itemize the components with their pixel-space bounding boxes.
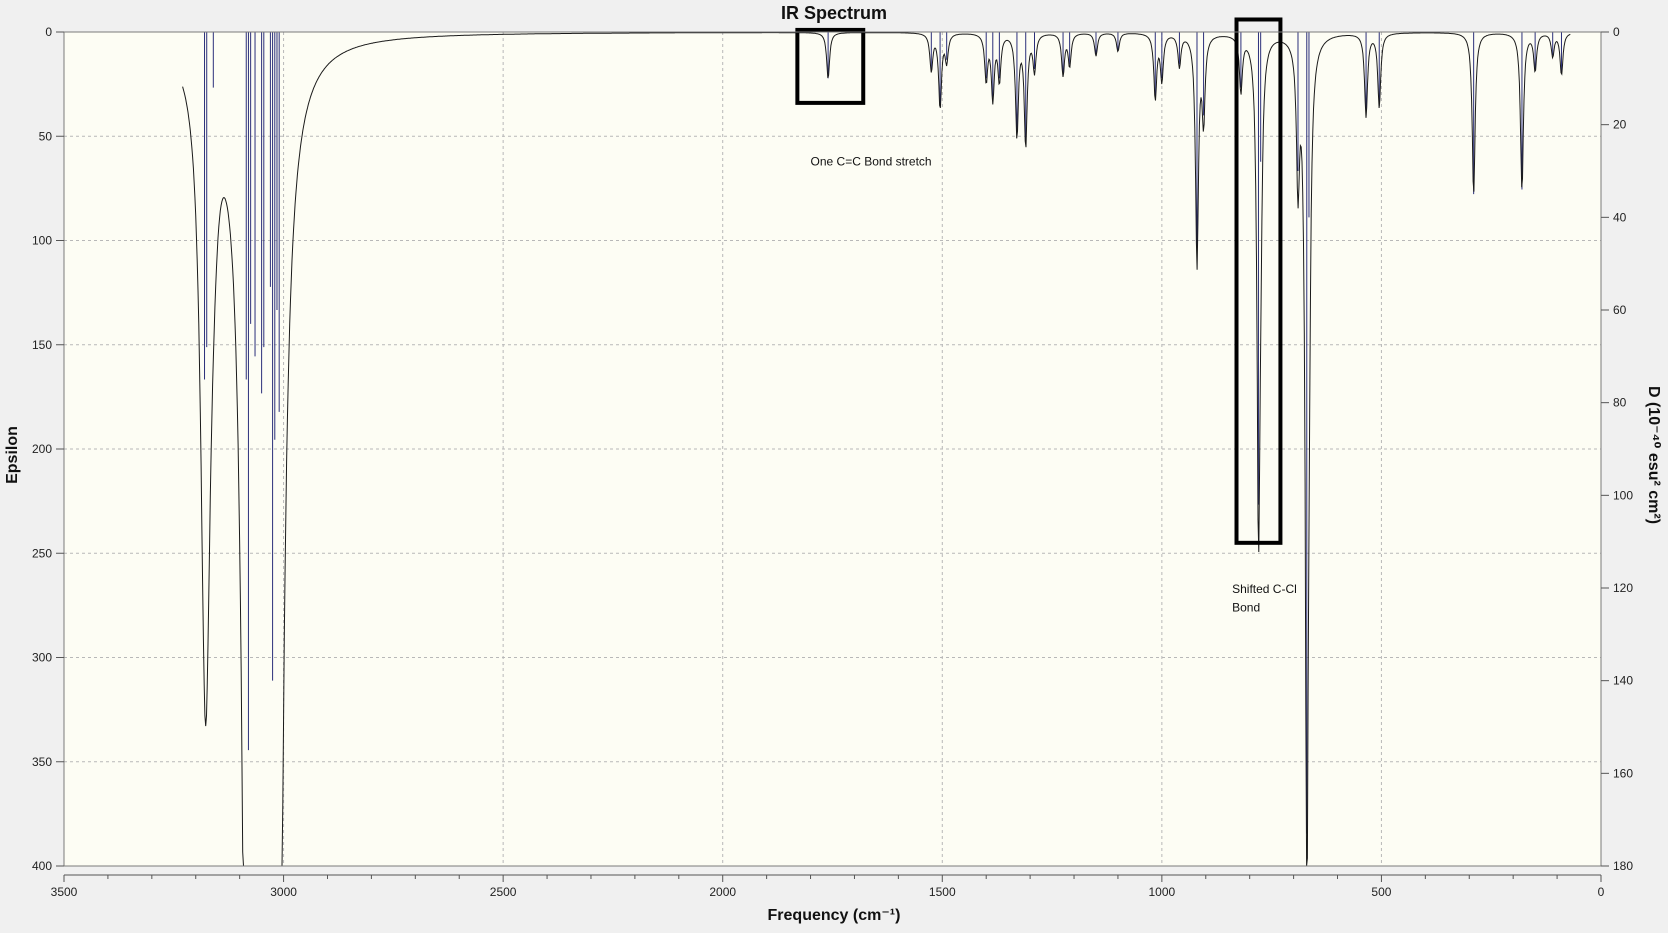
y2-tick-label: 180 — [1613, 859, 1633, 873]
y-tick-label: 350 — [32, 755, 52, 769]
x-tick-label: 0 — [1598, 885, 1605, 899]
y2-tick-label: 80 — [1613, 396, 1627, 410]
y-axis-left: 0 50 100 150 200 250 300 350 400 — [32, 25, 64, 873]
y2-axis-title: D (10⁻⁴⁰ esu² cm²) — [1645, 386, 1662, 524]
y2-tick-label: 140 — [1613, 674, 1633, 688]
y-tick-label: 300 — [32, 651, 52, 665]
x-axis-title: Frequency (cm⁻¹) — [768, 907, 901, 924]
y-tick-label: 0 — [45, 25, 52, 39]
x-tick-label: 1000 — [1149, 885, 1176, 899]
annotation-label: One C=C Bond stretch — [811, 154, 932, 168]
x-tick-label: 2500 — [490, 885, 517, 899]
y-tick-label: 200 — [32, 442, 52, 456]
x-tick-label: 2000 — [709, 885, 736, 899]
y2-tick-label: 60 — [1613, 303, 1627, 317]
y2-tick-label: 0 — [1613, 25, 1620, 39]
annotation-label: Shifted C-Cl — [1232, 582, 1297, 596]
y-tick-label: 50 — [39, 129, 53, 143]
y-axis-right: 0 20 40 60 80 100 120 140 160 180 — [1601, 25, 1633, 873]
x-tick-label: 3000 — [270, 885, 297, 899]
x-tick-label: 500 — [1371, 885, 1391, 899]
x-tick-label: 1500 — [929, 885, 956, 899]
ir-spectrum-chart: One C=C Bond stretch Shifted C-Cl Bond 350… — [0, 0, 1668, 928]
y-tick-label: 400 — [32, 859, 52, 873]
y2-tick-label: 100 — [1613, 488, 1633, 502]
y-tick-label: 100 — [32, 234, 52, 248]
annotation-label: Bond — [1232, 601, 1260, 615]
y-axis-title: Epsilon — [4, 426, 21, 484]
chart-svg: One C=C Bond stretch Shifted C-Cl Bond 350… — [4, 3, 1662, 924]
x-axis: 3500 3000 2500 2000 1500 1000 500 0 — [51, 874, 1605, 899]
x-tick-label: 3500 — [51, 885, 78, 899]
y2-tick-label: 160 — [1613, 766, 1633, 780]
y-tick-label: 250 — [32, 546, 52, 560]
y2-tick-label: 40 — [1613, 210, 1627, 224]
y-tick-label: 150 — [32, 338, 52, 352]
chart-title: IR Spectrum — [781, 3, 887, 23]
y2-tick-label: 20 — [1613, 118, 1627, 132]
y2-tick-label: 120 — [1613, 581, 1633, 595]
